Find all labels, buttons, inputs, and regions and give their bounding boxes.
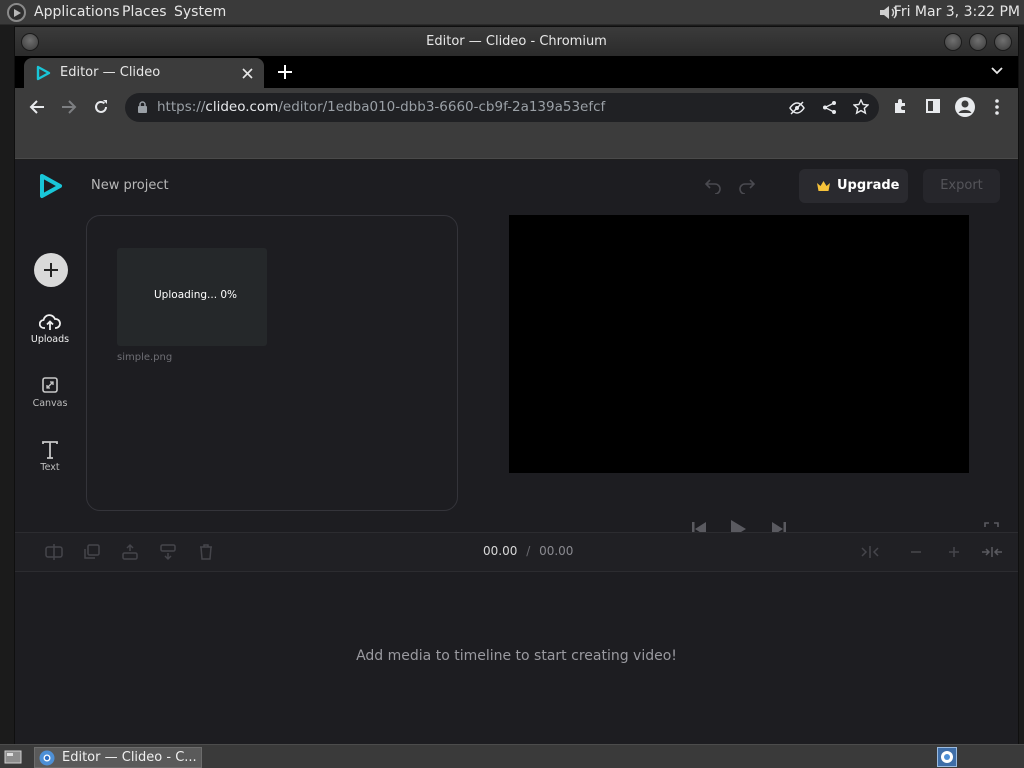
timeline-area[interactable]: Add media to timeline to start creating … [15,573,1018,745]
undo-icon[interactable] [704,178,722,194]
split-icon [45,544,63,560]
media-file-name: simple.png [117,352,173,363]
time-separator: / [526,544,531,558]
media-thumbnail[interactable]: Uploading... 0% [117,248,267,346]
tab-editor[interactable]: Editor — Clideo [24,58,264,88]
show-desktop-icon[interactable] [4,749,22,765]
sidebar-item-canvas[interactable]: Canvas [15,377,85,409]
profile-avatar-icon[interactable] [954,96,976,118]
video-preview[interactable] [509,215,969,473]
new-tab-icon[interactable] [278,65,292,79]
sidebar-item-text[interactable]: Text [15,441,85,473]
browser-window: Editor — Clideo - Chromium Editor — Clid… [14,26,1019,745]
minimize-button[interactable] [944,33,962,51]
export-button[interactable]: Export [923,169,1000,203]
gnome-foot-icon[interactable] [7,3,26,22]
zoom-out-button[interactable] [906,543,926,561]
zoom-in-button[interactable] [944,543,964,561]
total-time: 00.00 [539,544,574,558]
clideo-editor: New project Upgrade Export Uploads Canva… [15,160,1018,745]
upload-status: Uploading... 0% [154,289,238,301]
places-menu[interactable]: Places [122,4,167,20]
timeline-toolbar: 00.00 / 00.00 [15,532,1018,572]
taskbar-item-chromium[interactable]: Editor — Clideo - C... [34,747,202,768]
layer-up-icon [122,543,138,560]
layer-down-icon [160,544,176,561]
collapse-icon [982,547,1002,557]
clock[interactable]: Fri Mar 3, 3:22 PM [894,4,1020,20]
split-button[interactable] [44,543,64,561]
text-icon [42,441,58,459]
delete-button[interactable] [196,543,216,561]
tab-strip: Editor — Clideo [15,56,1018,88]
add-media-button[interactable] [34,253,68,287]
tab-search-chevron-icon[interactable] [991,67,1003,75]
fit-icon [861,546,879,558]
editor-header: New project Upgrade Export [15,160,1018,212]
extensions-puzzle-icon[interactable] [893,98,909,114]
reload-icon[interactable] [93,99,109,115]
move-down-button[interactable] [158,543,178,561]
upgrade-label: Upgrade [837,178,900,193]
url-text[interactable]: https://clideo.com/editor/1edba010-dbb3-… [157,99,605,115]
move-up-button[interactable] [120,543,140,561]
bottom-taskbar: Editor — Clideo - C... [0,744,1024,768]
clideo-favicon-icon [36,65,51,81]
redo-icon[interactable] [738,178,756,194]
lock-icon[interactable] [137,101,148,114]
tab-title: Editor — Clideo [60,65,161,80]
trash-icon [200,544,212,560]
top-panel: Applications Places System Fri Mar 3, 3:… [0,0,1024,25]
media-panel: Uploading... 0% simple.png [86,215,458,511]
collapse-timeline-button[interactable] [981,543,1002,561]
window-titlebar[interactable]: Editor — Clideo - Chromium [15,27,1018,56]
taskbar-item-label: Editor — Clideo - C... [62,750,197,765]
system-menu[interactable]: System [174,4,226,20]
duplicate-button[interactable] [82,543,102,561]
crown-icon [817,181,830,191]
maximize-button[interactable] [969,33,987,51]
fit-timeline-button[interactable] [860,543,880,561]
applications-menu[interactable]: Applications [34,4,120,20]
close-tab-icon[interactable] [242,68,253,79]
eye-slash-icon[interactable] [789,100,805,116]
sidebar-label-canvas: Canvas [32,398,68,409]
sidebar-label-text: Text [40,462,60,473]
plus-icon [44,263,58,277]
canvas-icon [42,377,58,393]
time-display: 00.00 / 00.00 [483,544,573,558]
workspace-switcher-icon[interactable] [937,747,957,767]
minus-icon [911,551,921,553]
current-time: 00.00 [483,544,518,558]
browser-toolbar: https://clideo.com/editor/1edba010-dbb3-… [15,88,1018,126]
duplicate-icon [84,544,100,559]
bookmark-bar [15,126,1018,159]
timeline-empty-message: Add media to timeline to start creating … [356,648,677,664]
window-title: Editor — Clideo - Chromium [426,34,607,49]
bookmark-star-icon[interactable] [853,99,869,115]
chrome-menu-icon[interactable] [995,99,999,115]
address-bar[interactable]: https://clideo.com/editor/1edba010-dbb3-… [125,93,879,122]
clideo-logo-icon[interactable] [38,173,64,199]
project-name[interactable]: New project [91,178,169,193]
sidebar-item-uploads[interactable]: Uploads [15,313,85,345]
window-menu-button[interactable] [21,33,39,51]
chromium-icon [39,750,55,766]
upload-cloud-icon [39,314,61,330]
sidebar-label-uploads: Uploads [30,334,70,345]
side-panel-icon[interactable] [926,99,940,113]
back-icon[interactable] [29,99,45,115]
plus-zoom-icon [949,547,959,557]
forward-icon[interactable] [61,99,77,115]
close-window-button[interactable] [994,33,1012,51]
upgrade-button[interactable]: Upgrade [799,169,908,203]
share-icon[interactable] [822,100,837,115]
